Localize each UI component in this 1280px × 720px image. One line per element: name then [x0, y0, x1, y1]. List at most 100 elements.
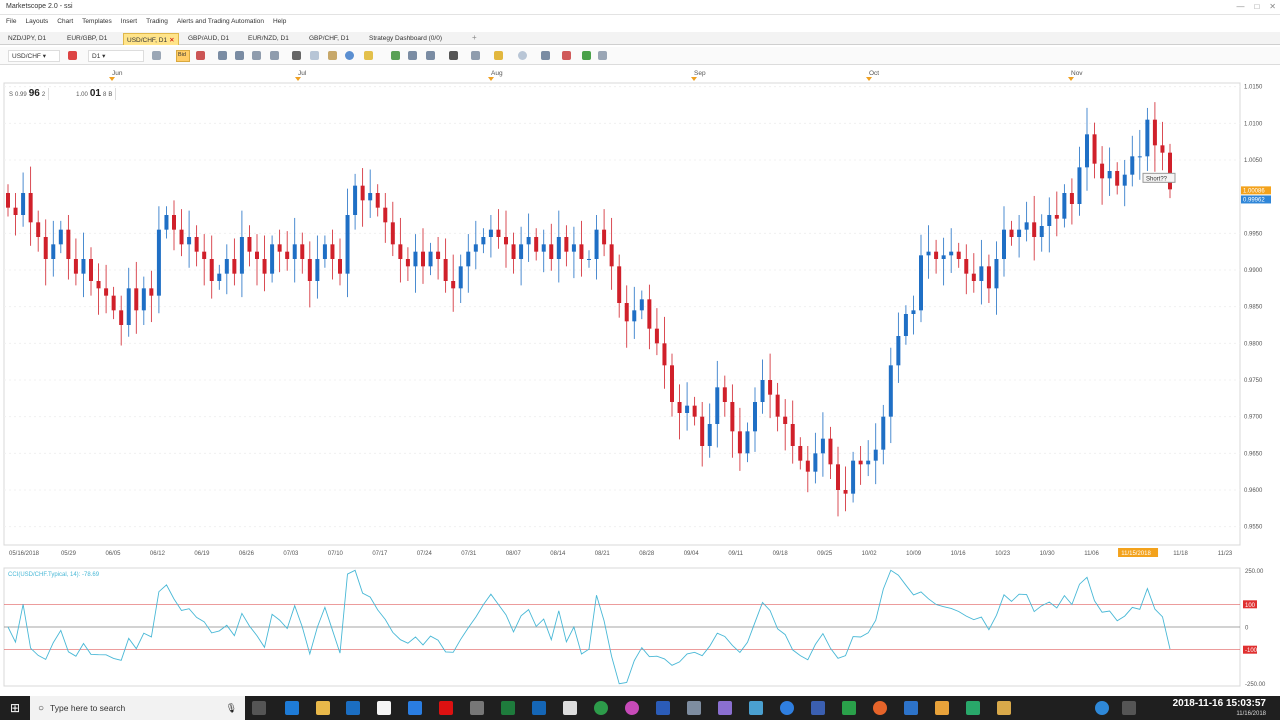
settings-icon[interactable]: [541, 51, 550, 60]
list-icon[interactable]: [449, 51, 458, 60]
store-icon[interactable]: [346, 701, 360, 715]
close-icon[interactable]: ✕: [1269, 2, 1276, 11]
tab-eurgbp[interactable]: EUR/GBP, D1: [67, 33, 107, 45]
buy-quote[interactable]: 1.00 01 8 B: [73, 88, 117, 100]
ask-icon[interactable]: [196, 51, 205, 60]
x-tick-label: 05/16/2018: [9, 551, 40, 557]
start-icon[interactable]: ⊞: [0, 696, 30, 720]
candle-body: [737, 431, 742, 454]
tab-eurnzd[interactable]: EUR/NZD, D1: [248, 33, 289, 45]
chart-type-icon[interactable]: [152, 51, 161, 60]
globe-icon[interactable]: [345, 51, 354, 60]
app-icon[interactable]: [625, 701, 639, 715]
maximize-icon[interactable]: □: [1254, 2, 1259, 11]
menu-chart[interactable]: Chart: [57, 18, 73, 25]
sell-quote[interactable]: S 0.99 96 2: [6, 88, 50, 100]
scroll-icon[interactable]: [252, 51, 261, 60]
line-icon[interactable]: [310, 51, 319, 60]
menu-layouts[interactable]: Layouts: [25, 18, 48, 25]
menu-templates[interactable]: Templates: [82, 18, 112, 25]
app-icon-6[interactable]: [811, 701, 825, 715]
y-tick-label: 0.9850: [1244, 305, 1263, 311]
eraser-icon[interactable]: [562, 51, 571, 60]
menu-file[interactable]: File: [6, 18, 16, 25]
app-icon-4[interactable]: [749, 701, 763, 715]
image-icon[interactable]: [391, 51, 400, 60]
network-icon[interactable]: [1122, 701, 1136, 715]
symbol-select[interactable]: USD/CHF ▾: [8, 50, 60, 62]
microphone-icon[interactable]: 🎙: [226, 703, 237, 714]
dropbox-icon[interactable]: [408, 701, 422, 715]
minimize-icon[interactable]: —: [1236, 2, 1244, 11]
strategy-icon[interactable]: [582, 51, 591, 60]
settings-app-icon[interactable]: [563, 701, 577, 715]
candle-body: [1032, 222, 1037, 237]
zoom-in-icon[interactable]: [218, 51, 227, 60]
candle-body: [119, 310, 124, 325]
search-icon: ○: [38, 702, 45, 714]
cci-chart-svg[interactable]: 250.00 100 0 -100 -250.00 CCI(USD/CHF.Typical…: [0, 566, 1280, 690]
alert-icon[interactable]: [518, 51, 527, 60]
fibonacci-icon[interactable]: [471, 51, 480, 60]
zoom-out-icon[interactable]: [235, 51, 244, 60]
tab-strategy-dashboard[interactable]: Strategy Dashboard (0/0): [369, 33, 442, 45]
crosshair-icon[interactable]: [270, 51, 279, 60]
app-icon-9[interactable]: [935, 701, 949, 715]
bid-toggle[interactable]: Bid: [176, 50, 190, 62]
taskbar-search[interactable]: ○ Type here to search 🎙: [30, 696, 245, 720]
cursor-icon[interactable]: [292, 51, 301, 60]
outlook-icon[interactable]: [532, 701, 546, 715]
candle-body: [1062, 193, 1067, 219]
draw-icon[interactable]: [494, 51, 503, 60]
pencil-icon[interactable]: [364, 51, 373, 60]
tab-gbpaud[interactable]: GBP/AUD, D1: [188, 33, 229, 45]
candle-body: [556, 237, 561, 259]
menu-insert[interactable]: Insert: [121, 18, 137, 25]
taskbar-clock[interactable]: 2018-11-16 15:03:57 11/16/2018: [1173, 699, 1266, 719]
edge-icon[interactable]: [285, 701, 299, 715]
candle-body: [941, 255, 946, 259]
price-chart[interactable]: 1.0150 1.0100 1.0050 0.9950 0.9900 0.9850 0.98…: [0, 65, 1280, 565]
app-icon-2[interactable]: [687, 701, 701, 715]
tab-usdchf[interactable]: USD/CHF, D1 ✕: [123, 33, 179, 45]
grammarly-icon[interactable]: [594, 701, 608, 715]
file-explorer-icon[interactable]: [316, 701, 330, 715]
indicator-icon[interactable]: [328, 51, 337, 60]
app-icon-11[interactable]: [997, 701, 1011, 715]
candle-body: [149, 288, 154, 296]
app-icon-7[interactable]: [842, 701, 856, 715]
firefox-icon[interactable]: [873, 701, 887, 715]
cci-indicator-panel[interactable]: 250.00 100 0 -100 -250.00 CCI(USD/CHF.Typical…: [0, 566, 1280, 690]
tools-icon[interactable]: [426, 51, 435, 60]
help-icon[interactable]: [1095, 701, 1109, 715]
app-icon-8[interactable]: [904, 701, 918, 715]
month-marker: [488, 77, 494, 81]
menu-trading[interactable]: Trading: [146, 18, 168, 25]
tab-gbpchf[interactable]: GBP/CHF, D1: [309, 33, 349, 45]
timeframe-select[interactable]: D1 ▾: [88, 50, 144, 62]
candle-body: [768, 380, 773, 395]
cci-label: CCI(USD/CHF.Typical, 14): -78.69: [8, 572, 100, 578]
task-view-icon[interactable]: [252, 701, 266, 715]
amazon-icon[interactable]: [377, 701, 391, 715]
app-icon-10[interactable]: [966, 701, 980, 715]
candle-body: [164, 215, 169, 230]
tab-nzdjpy[interactable]: NZD/JPY, D1: [8, 33, 46, 45]
mail-icon[interactable]: [470, 701, 484, 715]
print-icon[interactable]: [408, 51, 417, 60]
add-tab-icon[interactable]: +: [472, 33, 477, 42]
remove-icon[interactable]: [68, 51, 77, 60]
netflix-icon[interactable]: [439, 701, 453, 715]
x-tick-label: 10/02: [862, 551, 878, 557]
menu-help[interactable]: Help: [273, 18, 286, 25]
more-icon[interactable]: [598, 51, 607, 60]
menu-alerts[interactable]: Alerts and Trading Automation: [177, 18, 264, 25]
quote-box[interactable]: S 0.99 96 2 1.00 01 8 B: [6, 88, 117, 100]
tab-close-icon[interactable]: ✕: [169, 37, 174, 44]
word-icon[interactable]: [656, 701, 670, 715]
app-icon-3[interactable]: [718, 701, 732, 715]
candle-body: [466, 251, 471, 267]
price-chart-svg[interactable]: 1.0150 1.0100 1.0050 0.9950 0.9900 0.9850 0.98…: [0, 65, 1280, 565]
app-icon-5[interactable]: [780, 701, 794, 715]
excel-icon[interactable]: [501, 701, 515, 715]
